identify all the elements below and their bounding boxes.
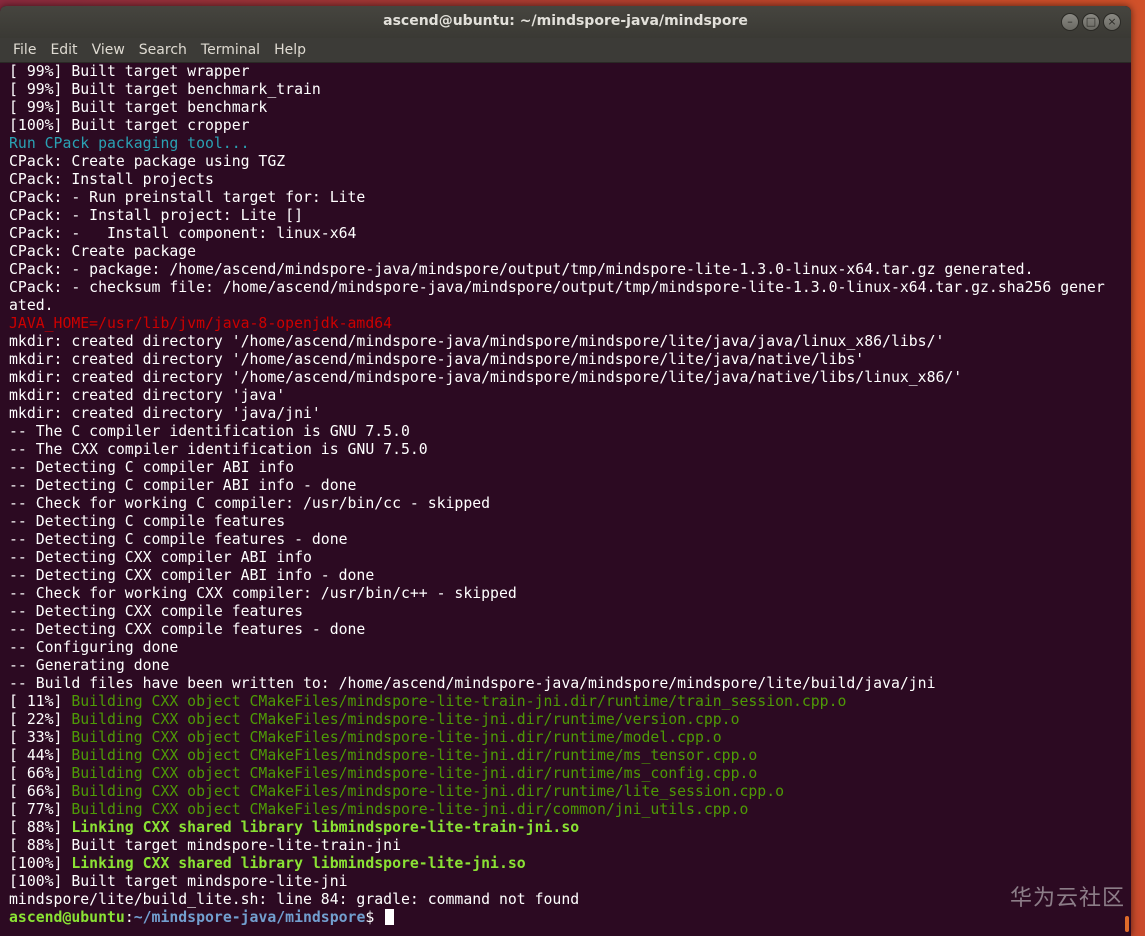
prompt-path: ~/mindspore-java/mindspore bbox=[133, 909, 366, 926]
line-text: Building CXX object CMakeFiles/mindspore… bbox=[71, 765, 758, 782]
line-text: Linking CXX shared library libmindspore-… bbox=[71, 819, 580, 836]
terminal-line: [ 22%] Building CXX object CMakeFiles/mi… bbox=[9, 711, 1123, 729]
menu-help[interactable]: Help bbox=[267, 42, 313, 58]
line-text: Building CXX object CMakeFiles/mindspore… bbox=[71, 747, 758, 764]
terminal-line: [ 66%] Building CXX object CMakeFiles/mi… bbox=[9, 765, 1123, 783]
menu-file[interactable]: File bbox=[6, 42, 43, 58]
terminal-line: [100%] Built target mindspore-lite-jni bbox=[9, 873, 348, 890]
line-progress: [ 77%] bbox=[9, 801, 72, 818]
line-text: Building CXX object CMakeFiles/mindspore… bbox=[71, 729, 722, 746]
line-progress: [ 88%] bbox=[9, 819, 72, 836]
title-bar[interactable]: ascend@ubuntu: ~/mindspore-java/mindspor… bbox=[0, 6, 1131, 38]
line-progress: [ 11%] bbox=[9, 693, 72, 710]
prompt-symbol: $ bbox=[365, 909, 384, 926]
terminal-line: JAVA_HOME=/usr/lib/jvm/java-8-openjdk-am… bbox=[9, 315, 393, 332]
terminal-line: -- Check for working C compiler: /usr/bi… bbox=[9, 495, 491, 512]
line-text: Linking CXX shared library libmindspore-… bbox=[71, 855, 526, 872]
line-text: Building CXX object CMakeFiles/mindspore… bbox=[71, 801, 749, 818]
terminal-line: [ 66%] Building CXX object CMakeFiles/mi… bbox=[9, 783, 1123, 801]
terminal-line: [ 33%] Building CXX object CMakeFiles/mi… bbox=[9, 729, 1123, 747]
minimize-button[interactable]: – bbox=[1061, 13, 1079, 31]
menu-bar: File Edit View Search Terminal Help bbox=[0, 38, 1131, 63]
terminal-line: mindspore/lite/build_lite.sh: line 84: g… bbox=[9, 891, 580, 908]
scroll-thumb[interactable] bbox=[1125, 916, 1129, 932]
terminal-output[interactable]: [ 99%] Built target wrapper[ 99%] Built … bbox=[9, 63, 1123, 936]
terminal-line: mkdir: created directory 'java/jni' bbox=[9, 405, 321, 422]
terminal-line: [ 11%] Building CXX object CMakeFiles/mi… bbox=[9, 693, 1123, 711]
terminal-line: -- Detecting CXX compile features bbox=[9, 603, 303, 620]
terminal-line: [ 77%] Building CXX object CMakeFiles/mi… bbox=[9, 801, 1123, 819]
terminal-line: [ 88%] Linking CXX shared library libmin… bbox=[9, 819, 1123, 837]
maximize-button[interactable]: □ bbox=[1082, 13, 1100, 31]
menu-search[interactable]: Search bbox=[132, 42, 194, 58]
line-progress: [ 33%] bbox=[9, 729, 72, 746]
terminal-line: [ 44%] Building CXX object CMakeFiles/mi… bbox=[9, 747, 1123, 765]
terminal-line: Run CPack packaging tool... bbox=[9, 135, 250, 152]
prompt-separator: : bbox=[124, 909, 134, 926]
terminal-line: mkdir: created directory '/home/ascend/m… bbox=[9, 351, 865, 368]
terminal-line: CPack: - package: /home/ascend/mindspore… bbox=[9, 261, 1034, 278]
terminal-line: [ 88%] Built target mindspore-lite-train… bbox=[9, 837, 401, 854]
terminal-line: CPack: - Install component: linux-x64 bbox=[9, 225, 357, 242]
menu-terminal[interactable]: Terminal bbox=[194, 42, 267, 58]
watermark: 华为云社区 bbox=[1009, 886, 1125, 911]
terminal-line: -- Detecting C compiler ABI info - done bbox=[9, 477, 357, 494]
terminal-line: [ 99%] Built target benchmark_train bbox=[9, 81, 321, 98]
prompt-user: ascend@ubuntu bbox=[9, 909, 125, 926]
terminal-line: CPack: Create package bbox=[9, 243, 197, 260]
terminal-line: CPack: - checksum file: /home/ascend/min… bbox=[9, 279, 1105, 296]
terminal-line: -- Configuring done bbox=[9, 639, 179, 656]
terminal-line: -- Build files have been written to: /ho… bbox=[9, 675, 936, 692]
line-progress: [100%] bbox=[9, 855, 72, 872]
terminal-line: -- Generating done bbox=[9, 657, 170, 674]
terminal-window: ascend@ubuntu: ~/mindspore-java/mindspor… bbox=[0, 6, 1131, 936]
terminal-line: -- The C compiler identification is GNU … bbox=[9, 423, 410, 440]
terminal-line: -- Detecting CXX compile features - done bbox=[9, 621, 366, 638]
menu-edit[interactable]: Edit bbox=[43, 42, 84, 58]
cursor bbox=[385, 909, 395, 925]
terminal-line: [100%] Linking CXX shared library libmin… bbox=[9, 855, 1123, 873]
terminal-line: -- Detecting CXX compiler ABI info bbox=[9, 549, 312, 566]
terminal-line: CPack: Create package using TGZ bbox=[9, 153, 286, 170]
terminal-line: -- Detecting CXX compiler ABI info - don… bbox=[9, 567, 375, 584]
terminal-line: CPack: - Install project: Lite [] bbox=[9, 207, 303, 224]
terminal-line: mkdir: created directory '/home/ascend/m… bbox=[9, 369, 963, 386]
line-text: Building CXX object CMakeFiles/mindspore… bbox=[71, 783, 785, 800]
prompt-line[interactable]: ascend@ubuntu:~/mindspore-java/mindspore… bbox=[9, 909, 1123, 927]
terminal-line: [ 99%] Built target benchmark bbox=[9, 99, 268, 116]
terminal-line: CPack: Install projects bbox=[9, 171, 214, 188]
terminal-line: -- Check for working CXX compiler: /usr/… bbox=[9, 585, 517, 602]
terminal-line: -- The CXX compiler identification is GN… bbox=[9, 441, 428, 458]
line-progress: [ 66%] bbox=[9, 765, 72, 782]
terminal-line: mkdir: created directory '/home/ascend/m… bbox=[9, 333, 945, 350]
close-button[interactable]: × bbox=[1103, 13, 1121, 31]
terminal-line: [100%] Built target cropper bbox=[9, 117, 250, 134]
terminal-line: ated. bbox=[9, 297, 54, 314]
terminal-line: [ 99%] Built target wrapper bbox=[9, 63, 250, 80]
terminal-line: -- Detecting C compile features - done bbox=[9, 531, 348, 548]
terminal-line: -- Detecting C compile features bbox=[9, 513, 286, 530]
line-progress: [ 22%] bbox=[9, 711, 72, 728]
line-text: Building CXX object CMakeFiles/mindspore… bbox=[71, 693, 847, 710]
terminal-line: mkdir: created directory 'java' bbox=[9, 387, 286, 404]
menu-view[interactable]: View bbox=[85, 42, 132, 58]
line-text: Building CXX object CMakeFiles/mindspore… bbox=[71, 711, 740, 728]
line-progress: [ 44%] bbox=[9, 747, 72, 764]
window-title: ascend@ubuntu: ~/mindspore-java/mindspor… bbox=[383, 13, 748, 29]
terminal-line: CPack: - Run preinstall target for: Lite bbox=[9, 189, 366, 206]
scrollbar[interactable] bbox=[1123, 63, 1131, 936]
terminal-line: -- Detecting C compiler ABI info bbox=[9, 459, 295, 476]
line-progress: [ 66%] bbox=[9, 783, 72, 800]
